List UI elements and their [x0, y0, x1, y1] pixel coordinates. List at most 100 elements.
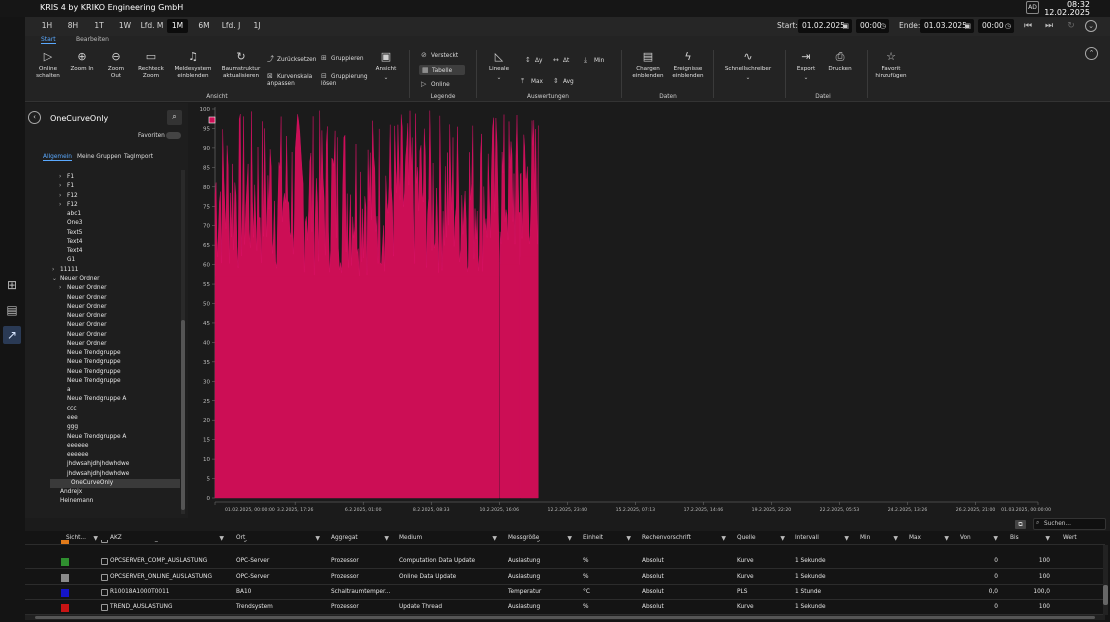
visibility-checkbox[interactable] [101, 604, 108, 611]
favorite-add-button[interactable]: ☆ Favorit hinzufügen [871, 50, 911, 80]
tree-item[interactable]: OneCurveOnly [50, 478, 180, 488]
tree-item[interactable]: Neuer Ordner [59, 331, 107, 340]
tree-item[interactable]: Text4 [59, 238, 82, 247]
tree-item[interactable]: eeeeee [59, 442, 88, 451]
table-row[interactable]: ENGINESERVER_AUSLASTUNG Engine-Server Proz… [25, 540, 1105, 545]
table-row[interactable]: OPCSERVER_COMP_AUSLASTUNG OPC-Server Proze… [25, 554, 1105, 569]
tree-item[interactable]: Heinemann [52, 497, 93, 506]
trend-chart-icon[interactable]: ↗ [3, 326, 21, 344]
scale-curves-button[interactable]: ⊠ Kurvenskala anpassen [267, 73, 317, 88]
tree-item[interactable]: Neue Trendgruppe [59, 349, 121, 358]
online-button[interactable]: ▷ Online schalten [33, 50, 63, 80]
end-date-field[interactable]: 01.03.2025 ▣ [920, 19, 974, 33]
start-date-field[interactable]: 01.02.2025 ▣ [798, 19, 852, 33]
avg-button[interactable]: ⇕ Avg [553, 77, 574, 85]
min-button[interactable]: ⤓ Min [584, 56, 604, 65]
tree-item[interactable]: Neuer Ordner [59, 321, 107, 330]
range-6m[interactable]: 6M [195, 19, 213, 33]
end-time-field[interactable]: 00:00 ◷ [978, 19, 1014, 33]
start-time-field[interactable]: 00:00 ◷ [856, 19, 889, 33]
tab-allgemein[interactable]: Allgemein [43, 154, 72, 161]
favorites-toggle[interactable] [166, 132, 181, 139]
tree-item[interactable]: jhdwsahjdhjhdwhdwe [59, 470, 129, 479]
table-toggle[interactable]: ▦ Tabelle [419, 65, 465, 75]
skip-back-icon[interactable]: ⏮ [1021, 20, 1035, 34]
range-1j[interactable]: 1J [249, 19, 265, 33]
view-button[interactable]: ▣ Ansicht ⌄ [373, 50, 399, 82]
visibility-checkbox[interactable] [101, 558, 108, 565]
tree-item[interactable]: One3 [59, 219, 83, 228]
chevron-right-icon[interactable]: › [59, 192, 67, 201]
range-1h[interactable]: 1H [39, 19, 55, 33]
tree-item[interactable]: Text5 [59, 229, 82, 238]
range-1w[interactable]: 1W [117, 19, 133, 33]
tab-meine-gruppen[interactable]: Meine Gruppen [77, 154, 121, 160]
hidden-toggle[interactable]: ⊘ Versteckt [421, 51, 458, 59]
tree-item[interactable]: Neue Trendgruppe [59, 377, 121, 386]
tree-item[interactable]: › F1 [59, 182, 74, 191]
table-horizontal-scrollbar-thumb[interactable] [35, 616, 1095, 619]
series-color-swatch[interactable] [61, 604, 69, 612]
collapse-ribbon-icon[interactable]: ⌃ [1085, 47, 1098, 60]
max-button[interactable]: ⤒ Max [521, 77, 543, 86]
tree-item[interactable]: eee [59, 414, 78, 423]
chevron-down-icon[interactable]: ⌄ [52, 275, 60, 284]
table-search-input[interactable]: Suchen... [1033, 518, 1106, 530]
tab-tagimport[interactable]: TagImport [124, 154, 153, 160]
tree-item[interactable]: a [59, 386, 71, 395]
table-vertical-scrollbar-thumb[interactable] [1103, 585, 1108, 605]
series-color-swatch[interactable] [61, 540, 69, 544]
tab-bearbeiten[interactable]: Bearbeiten [76, 36, 109, 43]
reset-button[interactable]: ⤴ Zurücksetzen [267, 54, 316, 64]
tree-item[interactable]: › F12 [59, 192, 78, 201]
delta-t-button[interactable]: ↔ Δt [553, 56, 569, 64]
tree-item[interactable]: › F12 [59, 201, 78, 210]
range-lfd-j[interactable]: Lfd. J [218, 19, 244, 33]
chevron-right-icon[interactable]: › [59, 173, 67, 182]
tab-start[interactable]: Start [41, 36, 56, 44]
tree-item[interactable]: ccc [59, 405, 77, 414]
events-button[interactable]: ♫ Meldesystem einblenden [172, 50, 214, 80]
report-icon[interactable]: ▤ [3, 301, 21, 319]
range-1t[interactable]: 1T [91, 19, 107, 33]
online-legend-toggle[interactable]: ▷ Online [421, 80, 450, 88]
table-row[interactable]: TREND_AUSLASTUNG Trendsystem Prozessor Upda… [25, 600, 1105, 615]
batches-button[interactable]: ▤ Chargen einblenden [631, 50, 665, 80]
copy-icon[interactable]: ⧉ [1015, 520, 1026, 529]
tree-item[interactable]: Neue Trendgruppe [59, 368, 121, 377]
tree-item[interactable]: abc1 [59, 210, 81, 219]
zoom-out-button[interactable]: ⊖ Zoom Out [102, 50, 130, 80]
series-color-swatch[interactable] [61, 558, 69, 566]
tree-refresh-button[interactable]: ↻ Baumstruktur aktualisieren [218, 50, 264, 80]
range-1m[interactable]: 1M [167, 19, 188, 33]
tree-item[interactable]: › 11111 [52, 266, 78, 275]
refresh-icon[interactable]: ↻ [1064, 20, 1078, 34]
table-row[interactable]: OPCSERVER_ONLINE_AUSLASTUNG OPC-Server Pro… [25, 570, 1105, 585]
tree-item[interactable]: Text4 [59, 247, 82, 256]
fast-writer-button[interactable]: ∿ Schnellschreiber ⌄ [723, 50, 773, 82]
trend-chart[interactable]: 0 5 10 15 20 25 30 35 40 45 50 55 60 65 70 75 80 85 90 95 10… [190, 103, 1110, 518]
tree-item[interactable]: Andrejx [52, 488, 82, 497]
chevron-down-icon[interactable]: ⌄ [1085, 20, 1097, 32]
tree-item[interactable]: jhdwsahjdhjhdwhdwe [59, 460, 129, 469]
export-button[interactable]: ⇥ Export ⌄ [793, 50, 819, 82]
tree-item[interactable]: ⌄ Neuer Ordner [52, 275, 100, 284]
range-8h[interactable]: 8H [65, 19, 81, 33]
tree-item[interactable]: Neue Trendgruppe A [59, 433, 126, 442]
visibility-checkbox[interactable] [101, 540, 108, 543]
tree-item[interactable]: Neue Trendgruppe [59, 358, 121, 367]
tree-item[interactable]: › F1 [59, 173, 74, 182]
series-color-swatch[interactable] [61, 589, 69, 597]
delta-y-button[interactable]: ↕ Δy [525, 56, 542, 64]
back-icon[interactable]: ‹ [28, 111, 41, 124]
user-badge[interactable]: AD [1026, 1, 1039, 14]
chevron-right-icon[interactable]: › [52, 266, 60, 275]
table-row[interactable]: R10018A1000T0011 BA10 Schaltraumtemper... T… [25, 585, 1105, 600]
ruler-button[interactable]: ◺ Lineale ⌄ [485, 50, 513, 82]
tree-item[interactable]: Neue Trendgruppe A [59, 395, 126, 404]
tree-item[interactable]: Neuer Ordner [59, 303, 107, 312]
rect-zoom-button[interactable]: ▭ Rechteck Zoom [134, 50, 168, 80]
tree-item[interactable]: Neuer Ordner [59, 312, 107, 321]
chevron-right-icon[interactable]: › [59, 284, 67, 293]
group-button[interactable]: ⊞ Gruppieren [321, 54, 364, 62]
